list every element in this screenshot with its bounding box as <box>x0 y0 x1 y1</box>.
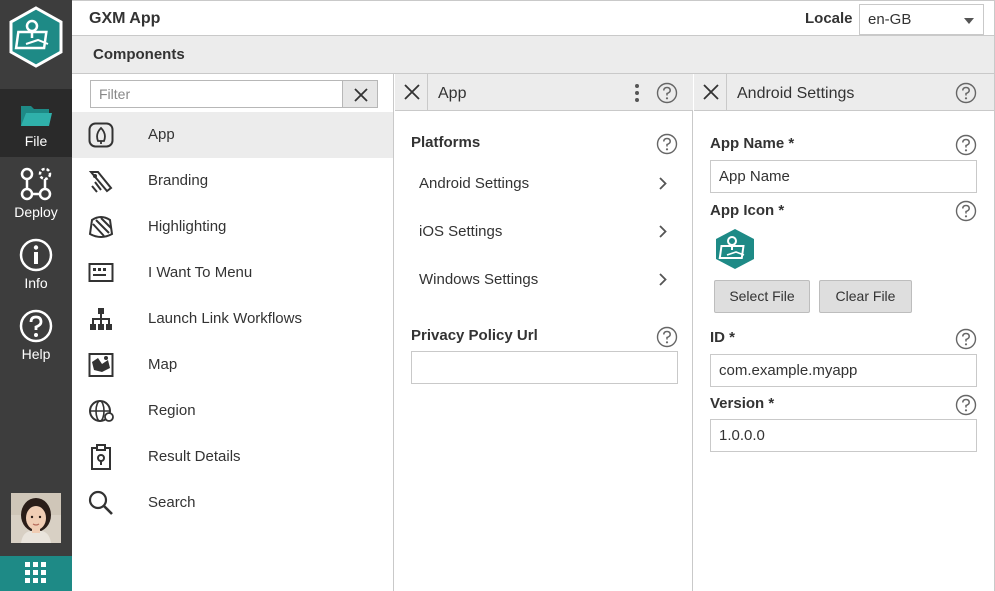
component-item-label: Map <box>148 356 178 373</box>
app-panel-header: App <box>395 74 693 111</box>
help-icon[interactable] <box>955 82 977 104</box>
filter-input[interactable] <box>90 80 343 108</box>
app-name-label: App Name * <box>710 135 795 152</box>
platform-label: iOS Settings <box>419 223 503 240</box>
info-icon <box>19 238 53 272</box>
component-item-highlighting[interactable]: Highlighting <box>72 204 393 250</box>
version-input[interactable] <box>710 419 977 452</box>
help-icon[interactable] <box>955 200 977 222</box>
components-header: Components <box>72 36 995 74</box>
id-input[interactable] <box>710 354 977 387</box>
component-item-branding[interactable]: Branding <box>72 158 393 204</box>
help-icon[interactable] <box>656 82 678 104</box>
help-icon[interactable] <box>656 133 678 155</box>
result-details-icon <box>91 444 111 470</box>
select-file-button[interactable]: Select File <box>714 280 810 313</box>
privacy-policy-label: Privacy Policy Url <box>411 327 538 344</box>
locale-value: en-GB <box>868 11 912 28</box>
privacy-policy-url-input[interactable] <box>411 351 678 384</box>
app-icon <box>88 122 114 148</box>
component-item-label: Branding <box>148 172 209 189</box>
close-icon <box>404 84 420 100</box>
component-item-label: Result Details <box>148 448 241 465</box>
clear-file-button[interactable]: Clear File <box>819 280 912 313</box>
app-panel-title: App <box>438 85 467 102</box>
android-settings-panel: Android Settings App Name * App Icon * S… <box>694 74 995 591</box>
more-options-icon[interactable] <box>633 83 641 103</box>
help-icon <box>19 309 53 343</box>
help-icon[interactable] <box>955 134 977 156</box>
version-label: Version * <box>710 395 775 412</box>
chevron-right-icon <box>659 273 667 286</box>
rail-item-label: File <box>24 133 48 149</box>
rail-item-info[interactable]: Info <box>0 231 72 299</box>
region-icon <box>89 400 114 422</box>
map-icon <box>88 353 114 377</box>
close-icon <box>703 84 719 100</box>
component-item-app[interactable]: App <box>72 112 393 158</box>
locale-label: Locale <box>805 10 853 27</box>
component-item-label: App <box>148 126 175 143</box>
platform-label: Android Settings <box>419 175 530 192</box>
close-icon <box>354 88 368 102</box>
android-settings-row[interactable]: Android Settings <box>395 161 692 207</box>
branding-icon <box>88 171 113 193</box>
components-list-panel: App Branding Highlighting I Want To Menu… <box>72 74 394 591</box>
left-rail: File Deploy Info Help <box>0 0 72 591</box>
component-item-label: I Want To Menu <box>148 264 253 281</box>
component-item-i-want-to-menu[interactable]: I Want To Menu <box>72 250 393 296</box>
locale-select[interactable]: en-GB <box>859 4 984 35</box>
chevron-right-icon <box>659 177 667 190</box>
help-icon[interactable] <box>955 394 977 416</box>
app-icon-label: App Icon * <box>710 202 785 219</box>
highlighting-icon <box>88 216 114 238</box>
rail-item-label: Deploy <box>14 204 58 220</box>
grid-icon <box>25 562 46 583</box>
avatar[interactable] <box>11 493 61 543</box>
help-icon[interactable] <box>955 328 977 350</box>
platforms-label: Platforms <box>411 134 481 151</box>
id-label: ID * <box>710 329 736 346</box>
app-grid-button[interactable] <box>0 556 72 591</box>
help-icon[interactable] <box>656 326 678 348</box>
rail-item-file[interactable]: File <box>0 89 72 157</box>
workflow-icon <box>90 308 112 330</box>
platform-label: Windows Settings <box>419 271 539 288</box>
component-item-label: Search <box>148 494 196 511</box>
component-item-result-details[interactable]: Result Details <box>72 434 393 480</box>
android-panel-title: Android Settings <box>737 85 855 102</box>
component-item-label: Launch Link Workflows <box>148 310 302 327</box>
app-name-input[interactable] <box>710 160 977 193</box>
app-title: GXM App <box>89 10 161 27</box>
component-item-launch-link-workflows[interactable]: Launch Link Workflows <box>72 296 393 342</box>
caret-down-icon <box>964 18 974 24</box>
top-bar: GXM App Locale en-GB <box>72 0 995 36</box>
windows-settings-row[interactable]: Windows Settings <box>395 257 692 303</box>
component-item-label: Highlighting <box>148 218 227 235</box>
android-panel-header: Android Settings <box>694 74 994 111</box>
clear-filter-button[interactable] <box>342 80 378 108</box>
deploy-icon <box>20 167 52 201</box>
search-icon <box>88 490 113 515</box>
rail-item-deploy[interactable]: Deploy <box>0 160 72 228</box>
app-panel: App Platforms Android Settings iOS Setti… <box>395 74 693 591</box>
components-title: Components <box>93 46 185 63</box>
app-icon-preview-icon <box>716 229 754 269</box>
folder-icon <box>21 106 52 126</box>
ios-settings-row[interactable]: iOS Settings <box>395 209 692 255</box>
component-item-region[interactable]: Region <box>72 388 393 434</box>
component-item-label: Region <box>148 402 196 419</box>
component-item-search[interactable]: Search <box>72 480 393 526</box>
rail-item-label: Info <box>24 275 48 291</box>
rail-item-help[interactable]: Help <box>0 302 72 370</box>
app-logo-icon <box>8 6 64 68</box>
component-item-map[interactable]: Map <box>72 342 393 388</box>
chevron-right-icon <box>659 225 667 238</box>
menu-icon <box>88 263 114 282</box>
rail-item-label: Help <box>21 346 51 362</box>
close-android-panel-button[interactable] <box>694 74 727 110</box>
close-app-panel-button[interactable] <box>395 74 428 110</box>
